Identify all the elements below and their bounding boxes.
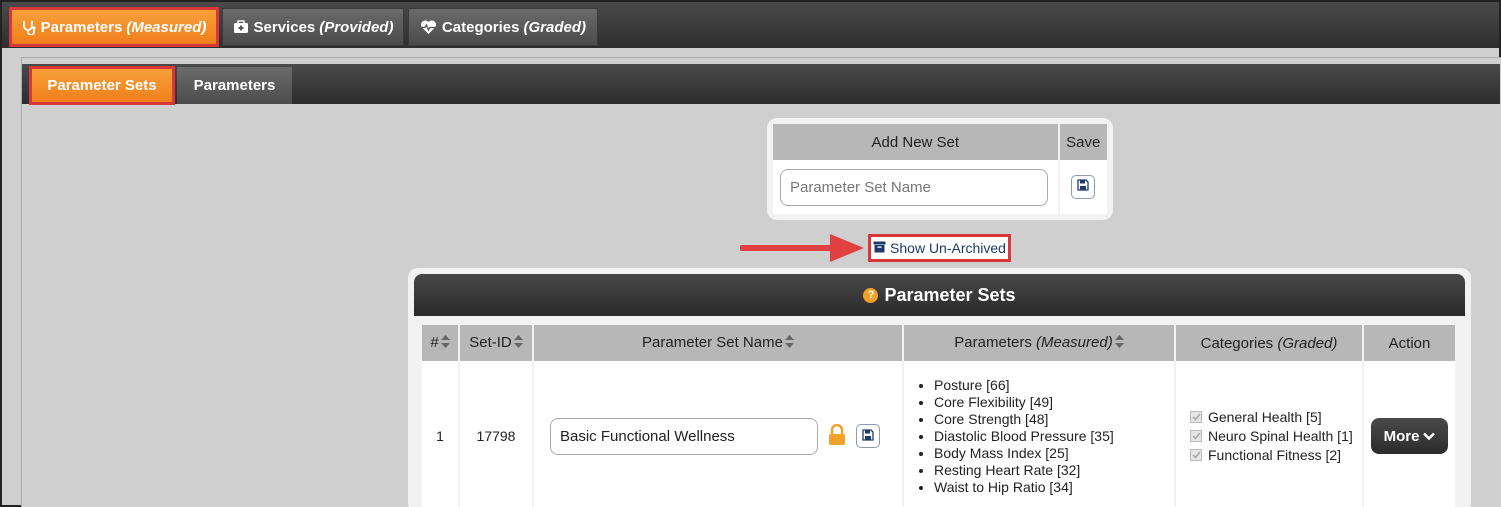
col-header-num[interactable]: #: [422, 325, 460, 361]
category-item: Functional Fitness [2]: [1190, 446, 1362, 465]
help-icon[interactable]: ?: [863, 287, 879, 303]
parameter-sets-table: # Set-ID Parameter Set Name Parameters (…: [422, 325, 1455, 507]
tab-parameters-measured[interactable]: Parameters (Measured): [9, 7, 219, 47]
tab-categories-graded[interactable]: Categories (Graded): [408, 8, 598, 46]
checkbox-checked-icon[interactable]: [1190, 430, 1202, 442]
row-set-id: 17798: [459, 361, 534, 507]
medkit-icon: [233, 20, 249, 34]
col-label: Categories: [1200, 334, 1274, 352]
table-row: 1 17798 Basic Functional Wellness • Post…: [422, 361, 1455, 507]
tab-label: Categories: [441, 18, 520, 36]
add-new-set-box: Add New Set Save: [767, 118, 1113, 220]
tab-label: Parameters: [40, 18, 123, 36]
parameter-item: Posture [66]: [934, 377, 1174, 394]
category-label: General Health [5]: [1208, 408, 1322, 425]
tab-label: Parameter Sets: [47, 77, 157, 94]
parameter-sets-header: ? Parameter Sets: [414, 274, 1465, 316]
row-action-cell: More: [1363, 361, 1455, 507]
sort-icon: [1114, 334, 1124, 352]
checkbox-checked-icon[interactable]: [1190, 449, 1202, 461]
top-tab-bar: Parameters (Measured) Services (Provided…: [2, 2, 1499, 48]
name-cell: [773, 160, 1060, 214]
show-unarchived-link[interactable]: Show Un-Archived: [868, 234, 1011, 262]
parameter-item: Resting Heart Rate [32]: [934, 462, 1174, 479]
tab-parameter-sets[interactable]: Parameter Sets: [29, 66, 175, 105]
col-header-setid[interactable]: Set-ID: [459, 325, 534, 361]
category-label: Neuro Spinal Health [1]: [1208, 427, 1353, 444]
tab-sublabel: (Measured): [126, 18, 207, 36]
parameter-sets-panel: ? Parameter Sets # Set-ID Parameter Set …: [408, 268, 1471, 507]
set-name-field[interactable]: Basic Functional Wellness: [550, 417, 818, 455]
col-header-set-name[interactable]: Parameter Set Name: [533, 325, 904, 361]
category-label: Functional Fitness [2]: [1208, 446, 1342, 463]
annotation-arrow-icon: [740, 234, 864, 262]
more-label: More: [1383, 427, 1420, 445]
parameter-set-name-input[interactable]: [780, 168, 1048, 206]
parameter-item: Diastolic Blood Pressure [35]: [934, 428, 1174, 445]
col-label: #: [430, 334, 439, 352]
parameter-item: Waist to Hip Ratio [34]: [934, 479, 1174, 496]
col-header-categories: Categories (Graded): [1175, 325, 1364, 361]
sub-tab-bar: Parameter Sets Parameters: [22, 64, 1500, 105]
parameter-item: Body Mass Index [25]: [934, 445, 1174, 462]
save-cell: [1058, 160, 1107, 214]
row-parameters-cell: Posture [66] Core Flexibility [49] Core …: [903, 361, 1176, 507]
col-label: Parameter Set Name: [642, 334, 783, 352]
chevron-down-icon: [1423, 428, 1436, 445]
row-number: 1: [422, 361, 460, 507]
tab-label: Parameters: [193, 77, 276, 94]
col-label: Set-ID: [469, 334, 512, 352]
row-categories-cell: General Health [5] Neuro Spinal Health […: [1175, 361, 1364, 507]
col-sublabel: (Measured): [1036, 334, 1113, 352]
archive-icon: [873, 240, 886, 256]
col-label: Parameters: [954, 334, 1032, 352]
row-set-name-cell: Basic Functional Wellness: [533, 361, 904, 507]
category-item: Neuro Spinal Health [1]: [1190, 427, 1362, 446]
tab-label: Services: [253, 18, 316, 36]
row-save-button[interactable]: [856, 424, 880, 448]
tab-services-provided[interactable]: Services (Provided): [222, 8, 404, 46]
checkbox-checked-icon[interactable]: [1190, 411, 1202, 423]
show-unarchived-label: Show Un-Archived: [890, 240, 1006, 256]
panel-title: Parameter Sets: [884, 284, 1016, 305]
col-header-parameters[interactable]: Parameters (Measured): [903, 325, 1176, 361]
sort-icon: [513, 334, 523, 352]
main-panel: Parameter Sets Parameters Add New Set Sa…: [21, 57, 1501, 507]
tab-sublabel: (Graded): [523, 18, 587, 36]
heartbeat-icon: [420, 19, 437, 35]
tab-sublabel: (Provided): [319, 18, 394, 36]
parameter-item: Core Strength [48]: [934, 411, 1174, 428]
col-sublabel: (Graded): [1277, 334, 1338, 352]
floppy-disk-icon: [862, 428, 874, 444]
sort-icon: [784, 334, 794, 352]
floppy-disk-icon: [1077, 178, 1089, 196]
lock-icon[interactable]: [828, 423, 846, 449]
sort-icon: [440, 334, 450, 352]
parameter-item: Core Flexibility [49]: [934, 394, 1174, 411]
col-header-action: Action: [1363, 325, 1455, 361]
tab-parameters[interactable]: Parameters: [177, 67, 292, 104]
add-new-set-header: Add New Set: [773, 124, 1060, 160]
save-button[interactable]: [1071, 175, 1096, 199]
more-button[interactable]: More: [1371, 418, 1448, 454]
stethoscope-icon: [22, 20, 36, 35]
category-item: General Health [5]: [1190, 408, 1362, 427]
save-header: Save: [1058, 124, 1107, 160]
